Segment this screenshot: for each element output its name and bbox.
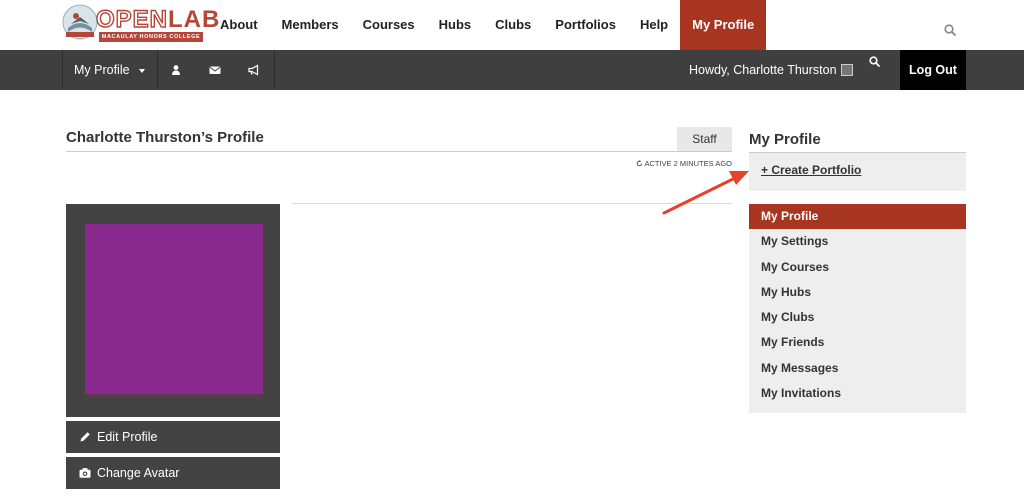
openlab-logo[interactable]: OPENLAB MACAULAY HONORS COLLEGE [62, 4, 219, 46]
menu-item-help[interactable]: Help [628, 0, 680, 50]
menu-item-about[interactable]: About [208, 0, 270, 50]
my-profile-dropdown[interactable]: My Profile [62, 50, 158, 90]
profile-avatar-image [85, 224, 263, 397]
admin-search-icon[interactable] [869, 56, 880, 67]
menu-item-hubs[interactable]: Hubs [427, 0, 484, 50]
camera-icon [79, 468, 91, 478]
admin-bar-divider [274, 50, 275, 90]
bullhorn-icon[interactable] [248, 64, 260, 76]
howdy-account-menu[interactable]: Howdy, Charlotte Thurston [689, 50, 853, 90]
change-avatar-button[interactable]: Change Avatar [66, 457, 280, 489]
refresh-icon [636, 160, 642, 167]
sidebar-item-my-clubs[interactable]: My Clubs [749, 305, 966, 330]
sidebar-title: My Profile [749, 131, 821, 148]
menu-item-portfolios[interactable]: Portfolios [543, 0, 628, 50]
role-badge: Staff [677, 127, 732, 151]
caret-down-icon [138, 68, 145, 73]
logo-wordmark: OPENLAB [95, 5, 221, 33]
edit-profile-button[interactable]: Edit Profile [66, 421, 280, 453]
sidebar-item-my-profile[interactable]: My Profile [749, 204, 966, 230]
menu-item-courses[interactable]: Courses [351, 0, 427, 50]
sidebar-item-my-invitations[interactable]: My Invitations [749, 381, 966, 406]
menu-item-clubs[interactable]: Clubs [483, 0, 543, 50]
edit-profile-label: Edit Profile [97, 430, 158, 444]
sidebar-item-my-messages[interactable]: My Messages [749, 356, 966, 381]
sidebar-item-my-courses[interactable]: My Courses [749, 255, 966, 280]
title-divider [66, 151, 732, 152]
avatar-image-edge [85, 394, 263, 397]
sidebar-item-my-friends[interactable]: My Friends [749, 330, 966, 355]
logout-button[interactable]: Log Out [900, 50, 966, 90]
menu-item-members[interactable]: Members [270, 0, 351, 50]
change-avatar-label: Change Avatar [97, 466, 180, 480]
my-profile-dropdown-label: My Profile [74, 63, 130, 77]
sidebar-menu: My Profile My Settings My Courses My Hub… [749, 204, 966, 413]
logo-subtitle: MACAULAY HONORS COLLEGE [99, 32, 203, 42]
menu-item-my-profile[interactable]: My Profile [680, 0, 767, 50]
create-portfolio-link[interactable]: + Create Portfolio [761, 163, 861, 177]
howdy-text: Howdy, Charlotte Thurston [689, 63, 837, 77]
book-badge-icon [62, 4, 98, 40]
create-portfolio-box: + Create Portfolio [749, 153, 966, 191]
user-icon[interactable] [170, 64, 182, 76]
profile-avatar-frame [66, 204, 280, 417]
search-icon[interactable] [944, 24, 956, 36]
top-navigation: OPENLAB MACAULAY HONORS COLLEGE About Me… [0, 0, 1024, 50]
main-menu: About Members Courses Hubs Clubs Portfol… [208, 0, 767, 50]
last-active-text: ACTIVE 2 MINUTES AGO [644, 159, 732, 168]
page-title: Charlotte Thurston’s Profile [66, 129, 264, 146]
pencil-icon [80, 432, 90, 442]
sidebar-item-my-settings[interactable]: My Settings [749, 229, 966, 254]
envelope-icon[interactable] [209, 64, 221, 76]
last-active-status: ACTIVE 2 MINUTES AGO [620, 159, 732, 168]
avatar [840, 63, 853, 76]
content-divider [292, 203, 732, 204]
sidebar-item-my-hubs[interactable]: My Hubs [749, 280, 966, 305]
